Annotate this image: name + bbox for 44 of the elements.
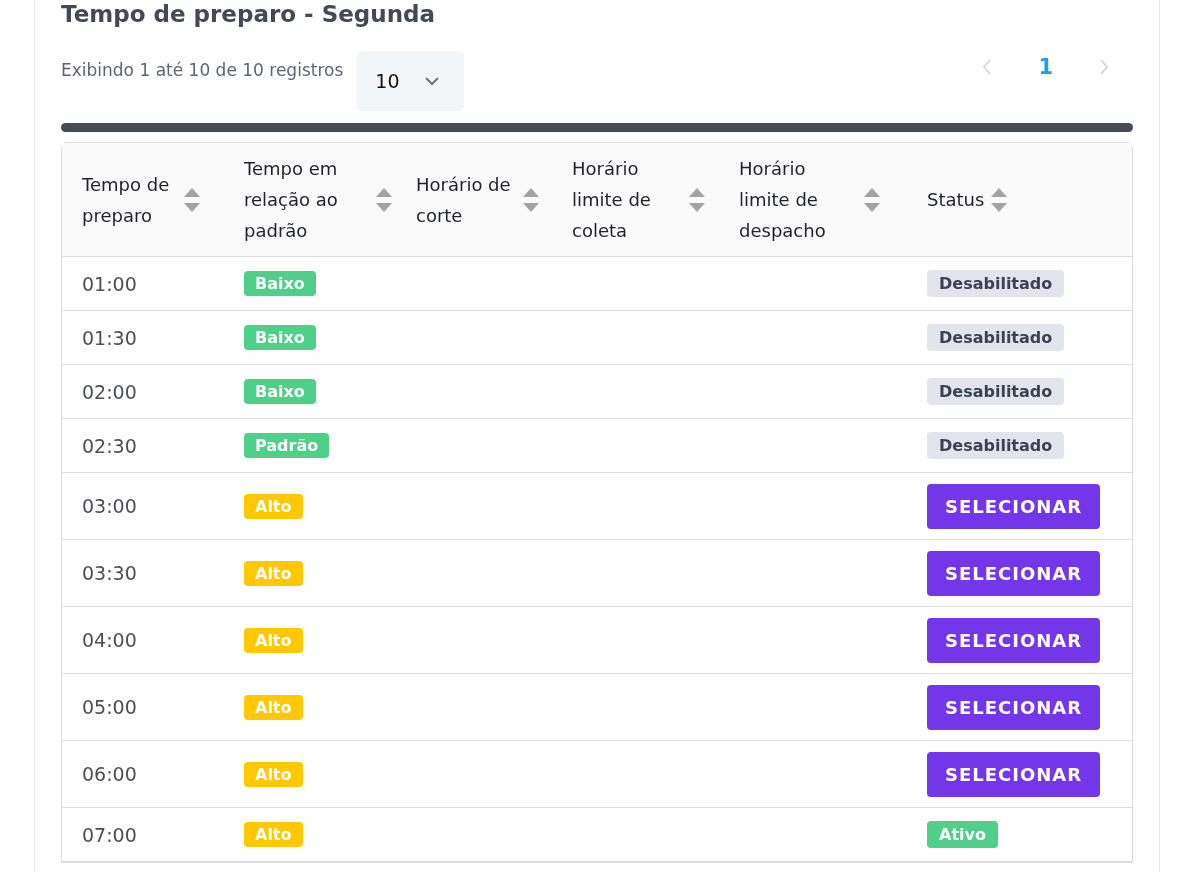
level-tag: Alto [244, 822, 303, 847]
table-cell: 06:00 [82, 763, 137, 785]
level-tag: Padrão [244, 433, 330, 458]
table-cell: 02:30 [82, 434, 137, 457]
status-badge: Desabilitado [927, 378, 1065, 405]
column-header[interactable]: Status [927, 184, 985, 215]
level-tag: Baixo [244, 271, 316, 296]
sort-icon[interactable] [522, 186, 540, 213]
status-badge: Desabilitado [927, 324, 1065, 351]
page-size-select[interactable]: 10 [357, 51, 465, 111]
chevron-right-icon [1099, 58, 1109, 76]
table-cell: 04:00 [82, 629, 137, 651]
records-summary: Exibindo 1 até 10 de 10 registros [61, 60, 344, 80]
level-tag: Baixo [244, 325, 316, 350]
select-button[interactable]: SELECIONAR [927, 617, 1101, 663]
level-tag: Alto [244, 560, 303, 586]
select-button[interactable]: SELECIONAR [927, 751, 1101, 797]
table-cell: 03:00 [82, 495, 137, 517]
level-tag: Alto [244, 627, 303, 653]
level-tag: Alto [244, 493, 303, 519]
table-cell: 01:30 [82, 326, 137, 349]
table-cell: 07:00 [82, 823, 137, 846]
sort-icon[interactable] [375, 186, 393, 213]
sort-icon[interactable] [183, 186, 201, 213]
status-badge: Desabilitado [927, 432, 1065, 459]
select-button[interactable]: SELECIONAR [927, 483, 1101, 529]
card-title: Tempo de preparo - Segunda [61, 0, 436, 29]
status-badge: Desabilitado [927, 270, 1065, 297]
select-button[interactable]: SELECIONAR [927, 550, 1101, 596]
sort-icon[interactable] [990, 186, 1009, 213]
status-badge: Ativo [927, 821, 998, 848]
select-button[interactable]: SELECIONAR [927, 684, 1101, 730]
sort-icon[interactable] [688, 186, 706, 213]
level-tag: Alto [244, 694, 303, 720]
horizontal-scrollbar[interactable] [61, 123, 1133, 132]
table-cell: 02:00 [82, 380, 137, 403]
level-tag: Alto [244, 761, 303, 787]
sort-icon[interactable] [863, 186, 881, 213]
table-cell: 05:00 [82, 696, 137, 718]
table-cell: 01:00 [82, 272, 137, 295]
chevron-down-icon [424, 76, 441, 86]
table-cell: 03:30 [82, 562, 137, 584]
level-tag: Baixo [244, 379, 316, 404]
chevron-left-icon [982, 58, 993, 76]
